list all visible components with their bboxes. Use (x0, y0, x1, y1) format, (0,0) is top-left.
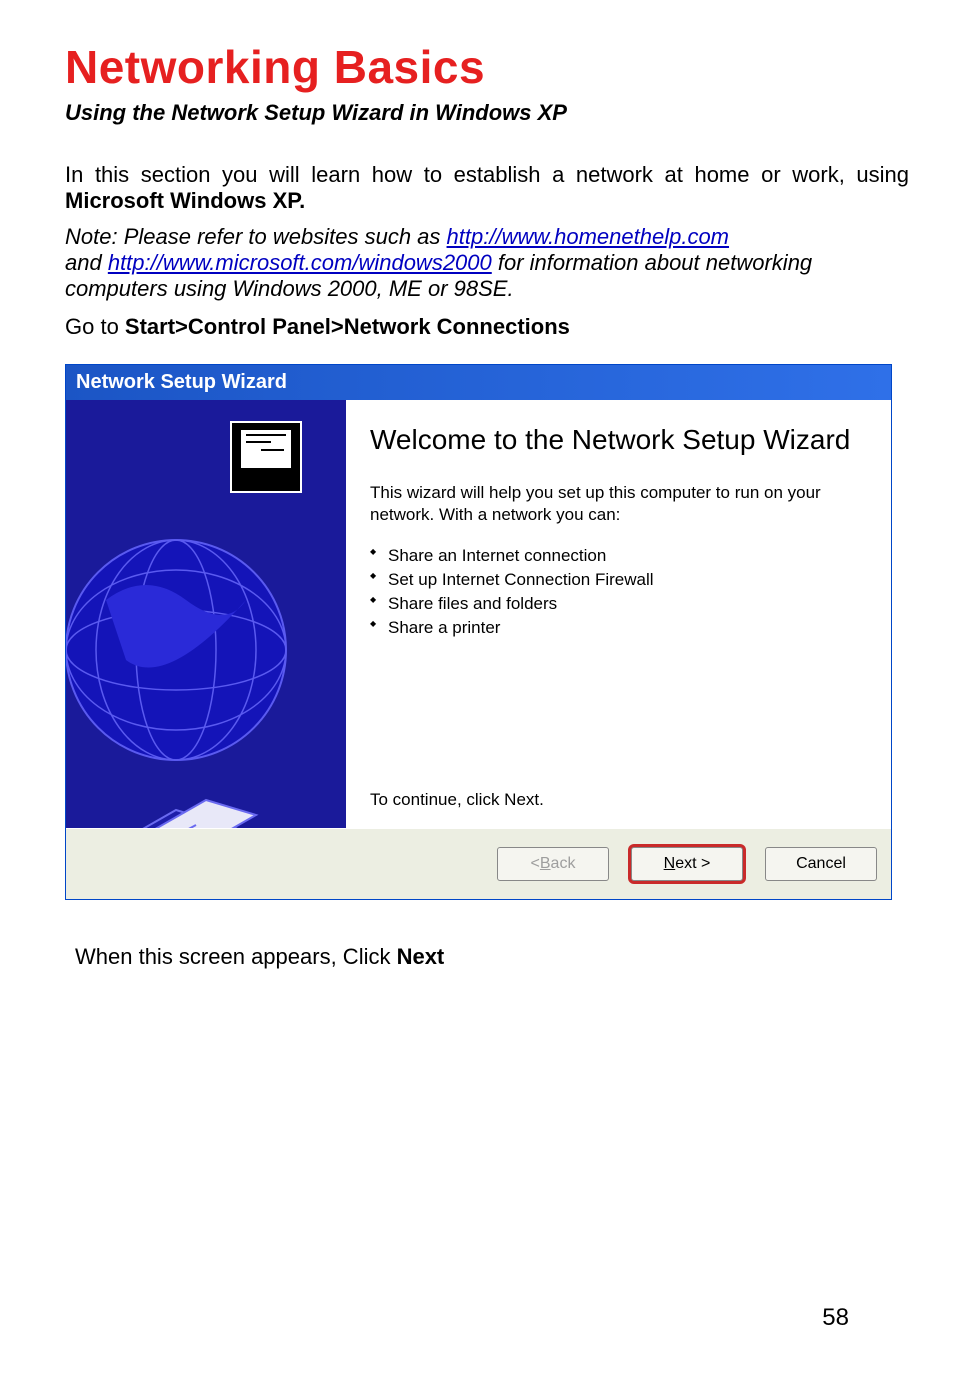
wizard-bullets: Share an Internet connection Set up Inte… (370, 544, 873, 639)
goto-line: Go to Start>Control Panel>Network Connec… (65, 314, 909, 340)
after-b: Next (397, 944, 445, 969)
wizard-sidebar-image (66, 400, 346, 828)
intro-text-a: In this section you will learn how to es… (65, 162, 909, 187)
link-microsoft[interactable]: http://www.microsoft.com/windows2000 (108, 250, 492, 275)
wizard-heading: Welcome to the Network Setup Wizard (370, 424, 873, 456)
cancel-button[interactable]: Cancel (765, 847, 877, 881)
wizard-content: Welcome to the Network Setup Wizard This… (346, 400, 891, 828)
back-button: < Back (497, 847, 609, 881)
note-b: and (65, 250, 108, 275)
note-a: Note: Please refer to websites such as (65, 224, 447, 249)
back-u: B (540, 855, 551, 873)
after-paragraph: When this screen appears, Click Next (75, 944, 909, 970)
wizard-footer: < Back Next > Cancel (66, 828, 891, 899)
intro-text-b: Microsoft Windows XP. (65, 188, 305, 213)
wizard-continue: To continue, click Next. (370, 790, 873, 810)
wizard-titlebar: Network Setup Wizard (66, 365, 891, 400)
wizard-body: Welcome to the Network Setup Wizard This… (66, 400, 891, 828)
back-prefix: < (531, 855, 540, 873)
wizard-bullet-3: Share a printer (370, 616, 873, 640)
wizard-bullet-0: Share an Internet connection (370, 544, 873, 568)
next-button[interactable]: Next > (631, 847, 743, 881)
link-homenethelp[interactable]: http://www.homenethelp.com (447, 224, 729, 249)
wizard-bullet-1: Set up Internet Connection Firewall (370, 568, 873, 592)
goto-a: Go to (65, 314, 125, 339)
doc-title: Networking Basics (65, 40, 909, 94)
next-rest: ext > (675, 855, 710, 873)
note-paragraph: Note: Please refer to websites such as h… (65, 224, 909, 302)
goto-b: Start>Control Panel>Network Connections (125, 314, 570, 339)
back-rest: ack (551, 855, 576, 873)
after-a: When this screen appears, Click (75, 944, 397, 969)
intro-paragraph: In this section you will learn how to es… (65, 162, 909, 214)
wizard-intro: This wizard will help you set up this co… (370, 482, 873, 526)
wizard-bullet-2: Share files and folders (370, 592, 873, 616)
doc-subtitle: Using the Network Setup Wizard in Window… (65, 100, 909, 126)
page-number: 58 (822, 1304, 849, 1332)
next-u: N (664, 855, 676, 873)
wizard-window: Network Setup Wizard (65, 364, 892, 900)
